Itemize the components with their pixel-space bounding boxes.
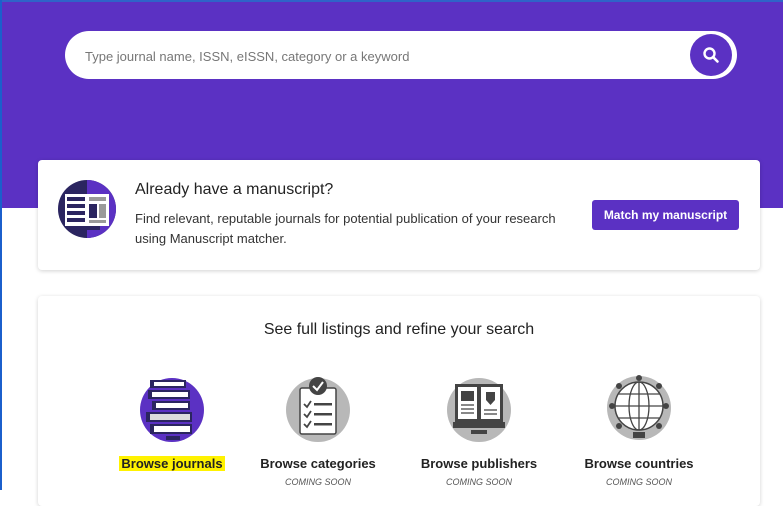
search-input[interactable] <box>83 31 667 81</box>
manuscript-description: Find relevant, reputable journals for po… <box>135 211 556 246</box>
categories-icon <box>286 377 350 442</box>
browse-journals-item[interactable]: Browse journals <box>92 372 252 473</box>
search-icon <box>703 47 719 63</box>
browse-countries-status: COMING SOON <box>605 477 672 487</box>
publishers-icon <box>447 378 511 442</box>
journals-icon <box>140 378 204 442</box>
browse-journals-label[interactable]: Browse journals <box>119 456 225 471</box>
browse-publishers-item[interactable]: Browse publishers COMING SOON <box>399 372 559 487</box>
countries-icon <box>607 375 671 440</box>
search-button[interactable] <box>690 34 732 76</box>
match-manuscript-button[interactable]: Match my manuscript <box>592 200 739 230</box>
browse-countries-item[interactable]: Browse countries COMING SOON <box>559 372 719 487</box>
browse-countries-label[interactable]: Browse countries <box>582 456 695 471</box>
browse-publishers-status: COMING SOON <box>445 477 512 487</box>
browse-card: See full listings and refine your search… <box>38 296 760 506</box>
browse-publishers-label[interactable]: Browse publishers <box>419 456 539 471</box>
browse-categories-item[interactable]: Browse categories COMING SOON <box>238 372 398 487</box>
search-bar <box>65 31 737 81</box>
browse-section-title: See full listings and refine your search <box>263 321 535 338</box>
frame-left-border <box>0 0 2 490</box>
manuscript-title: Already have a manuscript? <box>135 181 334 198</box>
browse-categories-label[interactable]: Browse categories <box>258 456 378 471</box>
manuscript-icon <box>58 180 116 238</box>
manuscript-card: Already have a manuscript? Find relevant… <box>38 160 760 270</box>
browse-categories-status: COMING SOON <box>284 477 351 487</box>
